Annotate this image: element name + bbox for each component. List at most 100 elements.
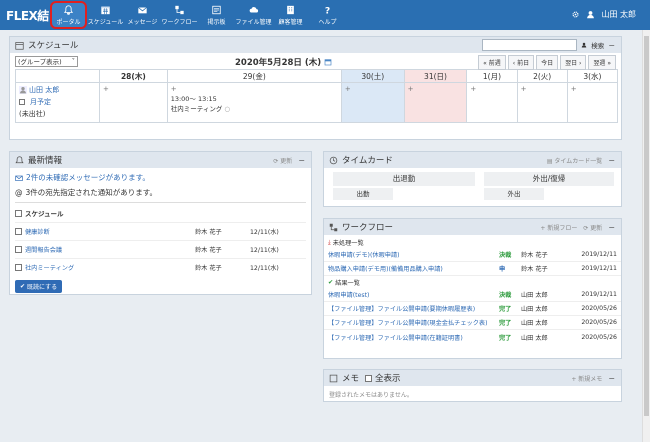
workflow-link[interactable]: 【ファイル管理】ファイル公開申請(要期休暇履歴表) bbox=[328, 304, 499, 313]
day-cell[interactable]: + bbox=[99, 82, 168, 123]
schedule-search-input[interactable] bbox=[482, 39, 578, 51]
today-button[interactable]: 今日 bbox=[536, 55, 559, 70]
attendance-status-button[interactable]: 出勤 bbox=[333, 188, 393, 200]
item-title[interactable]: 健康診断 bbox=[25, 227, 195, 236]
clock-icon: ○ bbox=[224, 105, 231, 113]
workflow-link[interactable]: 【ファイル管理】ファイル公開申請(在籍証明書) bbox=[328, 333, 499, 342]
day-header[interactable]: 1(月) bbox=[466, 69, 518, 83]
month-plan-link[interactable]: 月予定 bbox=[30, 97, 51, 107]
new-memo-button[interactable]: + 新規メモ bbox=[571, 374, 602, 383]
refresh-button[interactable]: ⟳ 更新 bbox=[583, 223, 602, 232]
user-name[interactable]: 山田 太郎 bbox=[601, 9, 636, 20]
nav-label: スケジュール bbox=[87, 18, 124, 26]
download-icon: ⤓ bbox=[328, 238, 331, 246]
nav-portal[interactable]: ポータル bbox=[50, 1, 87, 29]
nav-schedule[interactable]: スケジュール bbox=[87, 0, 124, 30]
nav-workflow[interactable]: ワークフロー bbox=[161, 0, 198, 30]
nav-help[interactable]: ? ヘルプ bbox=[309, 0, 346, 30]
workflow-status: 完了 bbox=[499, 334, 512, 342]
refresh-button[interactable]: ⟳ 更新 bbox=[273, 156, 292, 165]
item-checkbox[interactable] bbox=[15, 228, 22, 235]
next-day-button[interactable]: 翌日 › bbox=[560, 55, 587, 70]
user-icon bbox=[582, 42, 587, 48]
workflow-link[interactable]: 休暇申請(test) bbox=[328, 290, 499, 299]
new-flow-button[interactable]: + 新規フロー bbox=[540, 223, 577, 232]
add-event-icon[interactable]: + bbox=[470, 85, 476, 93]
schedule-search-button[interactable]: 検索 bbox=[591, 40, 604, 50]
memo-header: メモ 全表示 + 新規メモ − bbox=[324, 370, 621, 386]
item-title[interactable]: 週間報告会議 bbox=[25, 245, 195, 254]
collapse-icon[interactable]: − bbox=[608, 41, 615, 50]
collapse-icon[interactable]: − bbox=[608, 223, 615, 232]
next-week-button[interactable]: 翌週 » bbox=[588, 55, 616, 70]
user-icon bbox=[19, 86, 27, 94]
item-checkbox[interactable] bbox=[15, 264, 22, 271]
workflow-user: 鈴木 花子 bbox=[521, 266, 548, 273]
workflow-link[interactable]: 【ファイル管理】ファイル公開申請(現金金払チェック表) bbox=[328, 318, 499, 327]
day-cell[interactable]: + bbox=[466, 82, 518, 123]
nav-message[interactable]: メッセージ bbox=[124, 0, 161, 30]
envelope-icon bbox=[138, 6, 147, 13]
nav-label: 掲示板 bbox=[207, 18, 226, 26]
day-cell[interactable]: + bbox=[516, 82, 568, 123]
show-all-label[interactable]: 全表示 bbox=[375, 372, 401, 384]
workflow-link[interactable]: 物品購入申請(デモ用)(備備用品購入申請) bbox=[328, 264, 499, 273]
prev-day-button[interactable]: ‹ 前日 bbox=[507, 55, 535, 70]
select-all-checkbox[interactable] bbox=[15, 209, 22, 217]
date-picker-icon[interactable] bbox=[324, 58, 332, 66]
user-link[interactable]: 山田 太郎 bbox=[29, 85, 59, 95]
show-all-checkbox[interactable] bbox=[365, 374, 373, 382]
add-event-icon[interactable]: + bbox=[571, 85, 577, 93]
nav-board[interactable]: 掲示板 bbox=[198, 0, 235, 30]
day-cell[interactable]: + bbox=[403, 82, 468, 123]
month-plan-checkbox[interactable] bbox=[19, 99, 25, 105]
workflow-link[interactable]: 休暇申請(デモ)(休暇申請) bbox=[328, 250, 499, 259]
app-logo[interactable]: FLEX結 bbox=[6, 7, 49, 24]
corner-cell bbox=[15, 69, 100, 83]
workflow-status: 申 bbox=[499, 266, 506, 273]
nav-file-management[interactable]: ファイル管理 bbox=[235, 0, 272, 30]
mark-read-button[interactable]: ✔ 既読にする bbox=[15, 280, 63, 293]
unread-messages-link[interactable]: 2件の未確認メッセージがあります。 bbox=[15, 172, 306, 183]
day-cell[interactable]: + bbox=[340, 82, 405, 123]
settings-gear-icon[interactable] bbox=[571, 10, 580, 19]
day-header[interactable]: 28(木) bbox=[99, 69, 168, 83]
day-cell[interactable]: + 13:00～ 13:15 社内ミーティング ○ bbox=[166, 82, 342, 123]
collapse-icon[interactable]: − bbox=[298, 156, 305, 165]
day-header[interactable]: 2(火) bbox=[516, 69, 568, 83]
item-checkbox[interactable] bbox=[15, 246, 22, 253]
scrollbar-thumb[interactable] bbox=[644, 36, 649, 416]
nav-customer-management[interactable]: 顧客管理 bbox=[272, 0, 309, 30]
prev-week-button[interactable]: « 前週 bbox=[478, 55, 506, 70]
out-status-button[interactable]: 外出 bbox=[484, 188, 544, 200]
done-title: 結果一覧 bbox=[335, 280, 360, 287]
item-title[interactable]: 社内ミーティング bbox=[25, 263, 195, 272]
scrollbar[interactable] bbox=[642, 30, 650, 442]
add-event-icon[interactable]: + bbox=[103, 85, 109, 93]
collapse-icon[interactable]: − bbox=[608, 374, 615, 383]
user-icon bbox=[587, 11, 595, 19]
day-cell[interactable]: + bbox=[566, 82, 619, 123]
workflow-row: 休暇申請(デモ)(休暇申請) 決裁 鈴木 花子 2019/12/11 bbox=[324, 248, 621, 262]
day-header[interactable]: 3(水) bbox=[566, 69, 619, 83]
day-header[interactable]: 30(土) bbox=[340, 69, 405, 83]
clock-in-out-button[interactable]: 出退勤 bbox=[333, 172, 475, 186]
add-event-icon[interactable]: + bbox=[521, 85, 527, 93]
add-event-icon[interactable]: + bbox=[345, 85, 351, 93]
add-event-icon[interactable]: + bbox=[171, 85, 177, 93]
event-item[interactable]: 社内ミーティング ○ bbox=[171, 103, 338, 113]
item-date: 12/11(水) bbox=[250, 229, 279, 236]
svg-text:?: ? bbox=[325, 5, 330, 15]
out-return-button[interactable]: 外出/復帰 bbox=[484, 172, 614, 186]
workflow-icon bbox=[175, 5, 184, 14]
workflow-status: 完了 bbox=[499, 320, 512, 327]
timecard-list-link[interactable]: ▤ タイムカード一覧 bbox=[547, 156, 602, 165]
add-event-icon[interactable]: + bbox=[408, 85, 414, 93]
attendance-status: (未出社) bbox=[19, 110, 46, 118]
day-header[interactable]: 29(金) bbox=[166, 69, 342, 83]
news-header: 最新情報 ⟳ 更新 − bbox=[10, 152, 311, 168]
workflow-header: ワークフロー + 新規フロー ⟳ 更新 − bbox=[324, 219, 621, 235]
day-header[interactable]: 31(日) bbox=[403, 69, 468, 83]
collapse-icon[interactable]: − bbox=[608, 156, 615, 165]
group-select[interactable]: (グループ表示) ˅ bbox=[15, 55, 78, 67]
